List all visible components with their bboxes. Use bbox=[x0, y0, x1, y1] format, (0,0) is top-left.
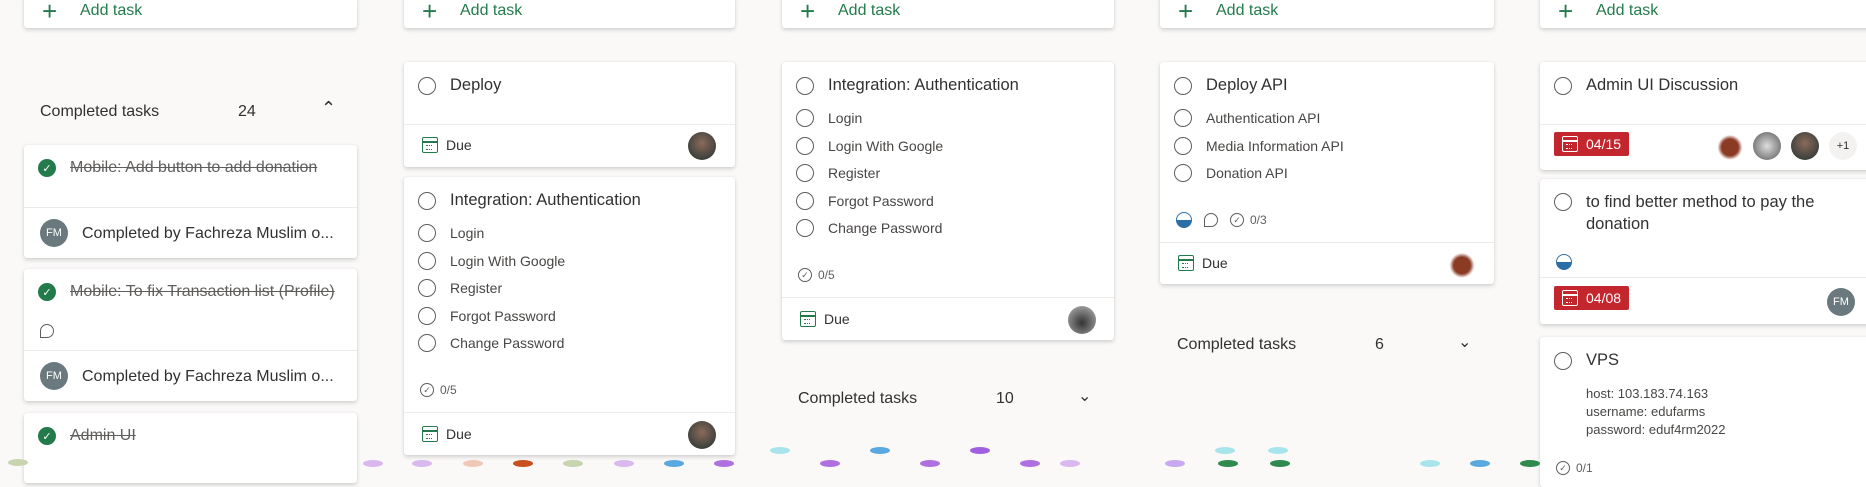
checklist-item-checkbox[interactable] bbox=[796, 192, 814, 210]
avatar bbox=[1068, 306, 1096, 334]
divider bbox=[24, 207, 357, 208]
checklist-item-checkbox[interactable] bbox=[418, 307, 436, 325]
checklist-item-checkbox[interactable] bbox=[796, 164, 814, 182]
checklist-icon: ✓ bbox=[1556, 461, 1570, 475]
complete-task-checkbox[interactable] bbox=[1554, 76, 1572, 95]
completed-check-icon[interactable]: ✓ bbox=[38, 283, 56, 301]
chevron-up-icon[interactable]: ⌃ bbox=[321, 98, 336, 119]
avatar: FM bbox=[40, 362, 68, 390]
add-task-button[interactable]: + Add task bbox=[1540, 0, 1866, 28]
add-task-button[interactable]: + Add task bbox=[782, 0, 1114, 28]
calendar-icon bbox=[800, 311, 816, 327]
comment-icon bbox=[40, 324, 54, 338]
checklist-item-checkbox[interactable] bbox=[1174, 164, 1192, 182]
complete-task-checkbox[interactable] bbox=[796, 76, 814, 95]
chevron-down-icon[interactable]: ⌄ bbox=[1458, 332, 1471, 352]
task-card[interactable]: ✓ Mobile: To fix Transaction list (Profil… bbox=[24, 269, 357, 401]
task-card[interactable]: Deploy API Authentication API Media Info… bbox=[1160, 62, 1494, 284]
progress-in-progress-icon[interactable] bbox=[1556, 254, 1572, 270]
avatar bbox=[1791, 132, 1819, 160]
avatar bbox=[1753, 132, 1781, 160]
divider bbox=[1540, 124, 1866, 125]
divider bbox=[24, 350, 357, 351]
checklist-icon: ✓ bbox=[798, 268, 812, 282]
avatar bbox=[1716, 132, 1744, 160]
avatar: FM bbox=[1827, 288, 1855, 316]
avatar bbox=[1448, 250, 1476, 278]
avatar bbox=[688, 421, 716, 449]
checklist-item-checkbox[interactable] bbox=[796, 109, 814, 127]
plus-icon: + bbox=[800, 0, 816, 26]
completed-check-icon[interactable]: ✓ bbox=[38, 159, 56, 177]
task-notes: host: 103.183.74.163 username: edufarms … bbox=[1586, 386, 1726, 437]
avatar bbox=[688, 132, 716, 160]
calendar-icon bbox=[422, 426, 438, 442]
task-card[interactable]: VPS host: 103.183.74.163 username: edufa… bbox=[1540, 337, 1866, 487]
checklist-item-checkbox[interactable] bbox=[796, 137, 814, 155]
checklist-item-checkbox[interactable] bbox=[418, 279, 436, 297]
plus-icon: + bbox=[42, 0, 58, 26]
divider bbox=[404, 412, 735, 413]
complete-task-checkbox[interactable] bbox=[418, 191, 436, 210]
checklist-item-checkbox[interactable] bbox=[1174, 109, 1192, 127]
complete-task-checkbox[interactable] bbox=[1554, 351, 1572, 370]
divider bbox=[1160, 242, 1494, 243]
plus-icon: + bbox=[422, 0, 438, 26]
divider bbox=[782, 297, 1114, 298]
complete-task-checkbox[interactable] bbox=[418, 76, 436, 95]
checklist-icon: ✓ bbox=[1230, 213, 1244, 227]
avatar: FM bbox=[40, 219, 68, 247]
task-card[interactable]: ✓ Admin UI bbox=[24, 413, 357, 483]
task-card[interactable]: Admin UI Discussion 04/15 +1 bbox=[1540, 62, 1866, 170]
calendar-icon bbox=[1562, 290, 1578, 306]
task-card[interactable]: Integration: Authentication Login Login … bbox=[404, 177, 735, 455]
checklist-item-checkbox[interactable] bbox=[796, 219, 814, 237]
checklist-icon: ✓ bbox=[420, 383, 434, 397]
more-assignees-badge[interactable]: +1 bbox=[1829, 132, 1857, 160]
task-card[interactable]: ✓ Mobile: Add button to add donation FM C… bbox=[24, 145, 357, 258]
task-card[interactable]: Deploy Due bbox=[404, 62, 735, 167]
checklist-item-checkbox[interactable] bbox=[1174, 137, 1192, 155]
checklist-item-checkbox[interactable] bbox=[418, 334, 436, 352]
complete-task-checkbox[interactable] bbox=[1554, 193, 1572, 211]
divider bbox=[404, 124, 735, 125]
task-card[interactable]: Integration: Authentication Login Login … bbox=[782, 62, 1114, 340]
calendar-icon bbox=[1178, 255, 1194, 271]
chevron-down-icon[interactable]: ⌄ bbox=[1078, 386, 1091, 406]
calendar-icon bbox=[422, 137, 438, 153]
plus-icon: + bbox=[1558, 0, 1574, 26]
comment-icon bbox=[1204, 213, 1218, 227]
completed-check-icon[interactable]: ✓ bbox=[38, 427, 56, 445]
add-task-button[interactable]: + Add task bbox=[1160, 0, 1494, 28]
task-card[interactable]: to find better method to pay the donatio… bbox=[1540, 179, 1866, 324]
checklist-item-checkbox[interactable] bbox=[418, 224, 436, 242]
complete-task-checkbox[interactable] bbox=[1174, 76, 1192, 95]
divider bbox=[1540, 277, 1866, 278]
checklist-item-checkbox[interactable] bbox=[418, 252, 436, 270]
add-task-button[interactable]: + Add task bbox=[24, 0, 357, 28]
plus-icon: + bbox=[1178, 0, 1194, 26]
progress-in-progress-icon[interactable] bbox=[1176, 212, 1192, 228]
calendar-icon bbox=[1562, 136, 1578, 152]
add-task-button[interactable]: + Add task bbox=[404, 0, 735, 28]
